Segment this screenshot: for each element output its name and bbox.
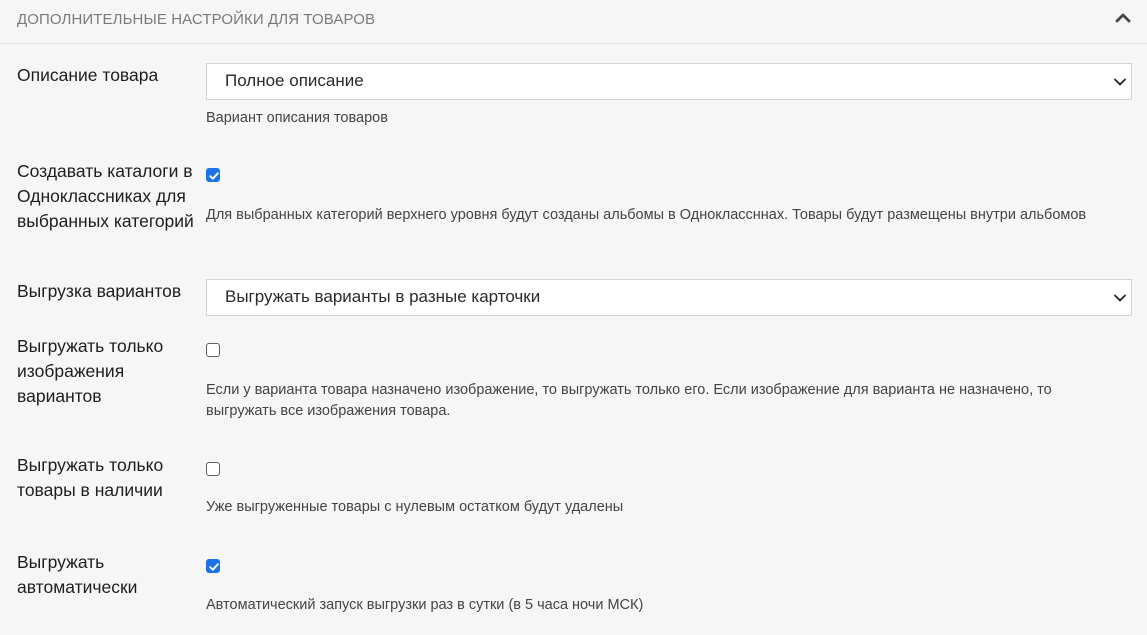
checkmark-icon (209, 563, 219, 571)
description-label: Описание товара (17, 65, 159, 85)
description-select[interactable]: Полное описание (206, 63, 1132, 100)
in-stock-only-help: Уже выгруженные товары с нулевым остатко… (206, 499, 624, 515)
description-select-value: Полное описание (225, 71, 364, 90)
auto-export-label: Выгружать автоматически (17, 552, 138, 597)
variants-export-select-value: Выгружать варианты в разные карточки (225, 287, 541, 306)
variant-images-only-help-line1: Если у варианта товара назначено изображ… (206, 382, 1052, 398)
checkmark-icon (209, 172, 219, 180)
section-header[interactable]: ДОПОЛНИТЕЛЬНЫЕ НАСТРОЙКИ ДЛЯ ТОВАРОВ (0, 0, 1147, 44)
variant-images-only-checkbox[interactable] (206, 343, 220, 357)
create-catalogs-help: Для выбранных категорий верхнего уровня … (206, 207, 1087, 223)
chevron-up-icon[interactable] (1113, 8, 1133, 28)
variant-images-only-help-line2: выгружать все изображения товара. (206, 403, 451, 419)
variant-images-only-label: Выгружать только изображения вариантов (17, 336, 164, 406)
description-help: Вариант описания товаров (206, 110, 388, 126)
create-catalogs-checkbox[interactable] (206, 168, 220, 182)
variants-export-select[interactable]: Выгружать варианты в разные карточки (206, 279, 1132, 316)
section-title: ДОПОЛНИТЕЛЬНЫЕ НАСТРОЙКИ ДЛЯ ТОВАРОВ (17, 11, 376, 28)
create-catalogs-label: Создавать каталоги в Одноклассниках для … (17, 161, 194, 231)
chevron-down-icon (1113, 291, 1127, 305)
in-stock-only-label: Выгружать только товары в наличии (17, 455, 164, 500)
auto-export-help: Автоматический запуск выгрузки раз в сут… (206, 597, 644, 613)
auto-export-checkbox[interactable] (206, 559, 220, 573)
chevron-down-icon (1113, 75, 1127, 89)
in-stock-only-checkbox[interactable] (206, 462, 220, 476)
variants-export-label: Выгрузка вариантов (17, 281, 182, 301)
